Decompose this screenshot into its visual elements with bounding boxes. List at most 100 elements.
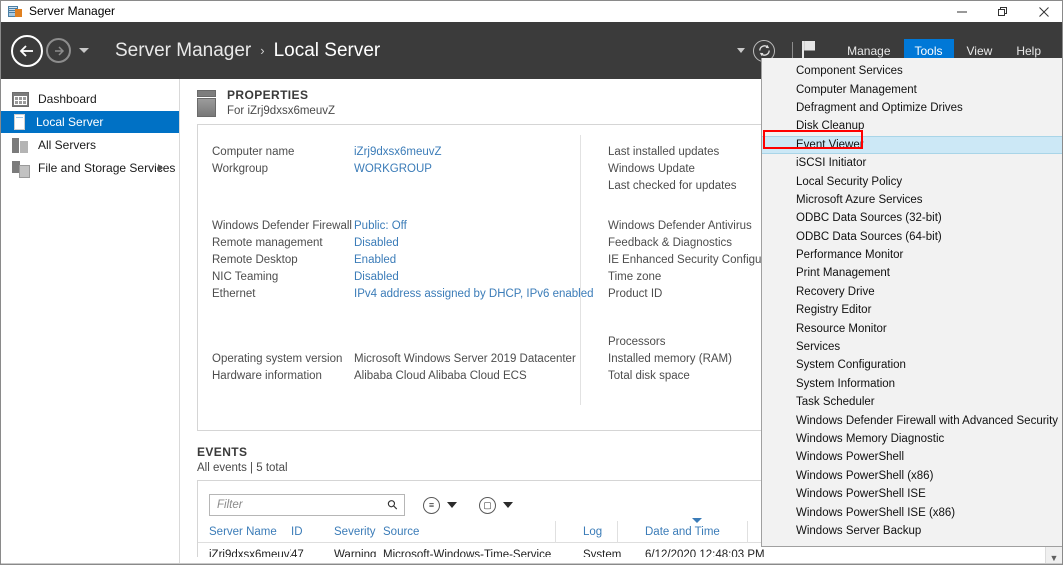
restore-button[interactable]: [982, 1, 1023, 22]
property-value[interactable]: Public: Off: [354, 220, 407, 232]
property-label: Remote management: [212, 236, 323, 249]
chevron-down-icon[interactable]: [447, 502, 457, 508]
property-row: Computer name iZrj9dxsx6meuvZ: [212, 143, 594, 160]
property-row: Operating system version Microsoft Windo…: [212, 350, 594, 367]
sidebar-item-dashboard[interactable]: Dashboard: [1, 88, 179, 110]
property-value[interactable]: Enabled: [354, 254, 396, 266]
tools-menu-item-computer-management[interactable]: Computer Management: [762, 80, 1062, 98]
property-value: Alibaba Cloud Alibaba Cloud ECS: [354, 369, 527, 382]
tools-menu-item-odbc-data-sources-64-bit[interactable]: ODBC Data Sources (64-bit): [762, 228, 1062, 246]
all-servers-icon: [12, 137, 29, 153]
search-input[interactable]: [217, 499, 389, 511]
tools-menu-item-windows-powershell-x86[interactable]: Windows PowerShell (x86): [762, 467, 1062, 485]
minimize-button[interactable]: [941, 1, 982, 22]
column-header-id[interactable]: ID: [291, 526, 334, 538]
column-divider[interactable]: [747, 521, 748, 543]
window-bottom-border: [1, 563, 1062, 564]
property-label: Ethernet: [212, 287, 256, 300]
property-value[interactable]: Disabled: [354, 237, 399, 249]
property-label: Workgroup: [212, 162, 269, 175]
server-tower-icon: [197, 90, 216, 117]
sidebar-navigation: Dashboard Local Server All Servers File …: [1, 79, 180, 564]
filter-list-icon[interactable]: ≡: [423, 496, 440, 514]
window-title: Server Manager: [29, 4, 116, 18]
column-divider[interactable]: [555, 521, 556, 543]
column-header-source[interactable]: Source: [383, 526, 583, 538]
back-arrow-icon[interactable]: [11, 34, 43, 67]
properties-left-column: Computer name iZrj9dxsx6meuvZ Workgroup …: [212, 143, 594, 384]
tools-menu-item-system-configuration[interactable]: System Configuration: [762, 356, 1062, 374]
dashboard-icon: [12, 91, 29, 107]
save-query-icon[interactable]: ▢: [479, 496, 496, 514]
sidebar-item-label: All Servers: [38, 138, 97, 152]
tools-menu-item-disk-cleanup[interactable]: Disk Cleanup: [762, 117, 1062, 135]
property-value[interactable]: Disabled: [354, 271, 399, 283]
tools-menu-item-windows-memory-diagnostic[interactable]: Windows Memory Diagnostic: [762, 430, 1062, 448]
filter-input-wrapper[interactable]: ⚲: [209, 494, 405, 516]
tools-menu-item-windows-powershell-ise[interactable]: Windows PowerShell ISE: [762, 485, 1062, 503]
property-value[interactable]: WORKGROUP: [354, 163, 432, 175]
tools-dropdown-menu: Component Services Computer Management D…: [761, 58, 1062, 548]
tools-menu-item-print-management[interactable]: Print Management: [762, 264, 1062, 282]
tools-menu-item-defragment-and-optimize-drives[interactable]: Defragment and Optimize Drives: [762, 99, 1062, 117]
tools-menu-item-services[interactable]: Services: [762, 338, 1062, 356]
property-value[interactable]: iZrj9dxsx6meuvZ: [354, 146, 442, 158]
property-label: Computer name: [212, 145, 295, 158]
file-storage-icon: [12, 160, 30, 178]
tools-menu-item-registry-editor[interactable]: Registry Editor: [762, 301, 1062, 319]
tools-menu-item-windows-powershell-ise-x86[interactable]: Windows PowerShell ISE (x86): [762, 503, 1062, 521]
breadcrumb-separator: ›: [260, 43, 265, 58]
sidebar-item-label: Local Server: [36, 115, 104, 129]
tools-menu-item-local-security-policy[interactable]: Local Security Policy: [762, 172, 1062, 190]
chevron-down-icon[interactable]: [79, 48, 89, 53]
window-controls: [941, 1, 1062, 22]
tools-menu-item-iscsi-initiator[interactable]: iSCSI Initiator: [762, 154, 1062, 172]
property-row: Remote Desktop Enabled: [212, 251, 594, 268]
breadcrumb-root[interactable]: Server Manager: [115, 40, 251, 62]
property-value: Microsoft Windows Server 2019 Datacenter: [354, 352, 576, 365]
sidebar-item-label: Dashboard: [38, 92, 97, 106]
tools-menu-item-windows-defender-firewall-with-advanced-security[interactable]: Windows Defender Firewall with Advanced …: [762, 411, 1062, 429]
properties-subtitle: For iZrj9dxsx6meuvZ: [227, 105, 335, 117]
column-header-log[interactable]: Log: [583, 526, 645, 538]
property-row: Windows Defender Firewall Public: Off: [212, 217, 594, 234]
properties-title: PROPERTIES: [227, 88, 309, 102]
property-spacer: [212, 177, 594, 217]
column-divider[interactable]: [617, 521, 618, 543]
property-label: NIC Teaming: [212, 270, 279, 283]
property-label: Windows Defender Firewall: [212, 219, 352, 232]
property-label: Hardware information: [212, 369, 322, 382]
tools-menu-item-microsoft-azure-services[interactable]: Microsoft Azure Services: [762, 191, 1062, 209]
sidebar-item-local-server[interactable]: Local Server: [1, 111, 179, 133]
save-query-group: ▢: [479, 496, 513, 514]
tools-menu-item-component-services[interactable]: Component Services: [762, 62, 1062, 80]
column-header-server-name[interactable]: Server Name: [209, 526, 291, 538]
sidebar-item-file-storage-services[interactable]: File and Storage Services: [1, 157, 179, 179]
breadcrumb: Server Manager › Local Server: [115, 40, 380, 62]
forward-arrow-icon[interactable]: [46, 38, 71, 63]
chevron-down-icon[interactable]: [737, 48, 746, 53]
sidebar-item-all-servers[interactable]: All Servers: [1, 134, 179, 156]
server-manager-window: Server Manager Server Manager › Local Se…: [0, 0, 1063, 565]
property-label: Remote Desktop: [212, 253, 298, 266]
tools-menu-item-resource-monitor[interactable]: Resource Monitor: [762, 319, 1062, 337]
property-row: Ethernet IPv4 address assigned by DHCP, …: [212, 285, 594, 302]
chevron-right-icon[interactable]: [158, 164, 163, 172]
tools-menu-item-windows-powershell[interactable]: Windows PowerShell: [762, 448, 1062, 466]
property-value[interactable]: IPv4 address assigned by DHCP, IPv6 enab…: [354, 288, 594, 300]
property-spacer: [212, 302, 594, 350]
tools-menu-item-recovery-drive[interactable]: Recovery Drive: [762, 283, 1062, 301]
tools-menu-item-odbc-data-sources-32-bit[interactable]: ODBC Data Sources (32-bit): [762, 209, 1062, 227]
chevron-down-icon[interactable]: [503, 502, 513, 508]
breadcrumb-current: Local Server: [273, 39, 381, 61]
column-header-severity[interactable]: Severity: [334, 526, 383, 538]
window-titlebar: Server Manager: [1, 1, 1062, 22]
close-button[interactable]: [1023, 1, 1062, 22]
search-icon[interactable]: ⚲: [384, 496, 402, 514]
tools-menu-item-task-scheduler[interactable]: Task Scheduler: [762, 393, 1062, 411]
tools-menu-item-event-viewer[interactable]: Event Viewer: [762, 135, 1062, 154]
property-row: NIC Teaming Disabled: [212, 268, 594, 285]
tools-menu-item-windows-server-backup[interactable]: Windows Server Backup: [762, 522, 1062, 540]
tools-menu-item-system-information[interactable]: System Information: [762, 375, 1062, 393]
tools-menu-item-performance-monitor[interactable]: Performance Monitor: [762, 246, 1062, 264]
